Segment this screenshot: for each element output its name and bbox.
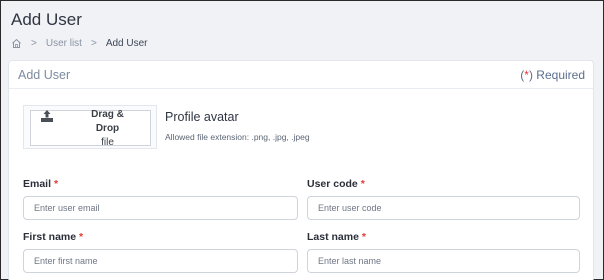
required-note-text: Required: [532, 68, 585, 82]
last-name-required-mark: *: [361, 231, 366, 243]
avatar-label: Profile avatar: [165, 110, 239, 124]
last-name-label-text: Last name: [307, 231, 359, 243]
required-note: (*) Required: [520, 68, 585, 82]
last-name-field[interactable]: [307, 249, 580, 273]
card-title: Add User: [18, 68, 71, 82]
upload-icon[interactable]: [40, 109, 54, 123]
first-name-label: First name *: [23, 231, 83, 243]
breadcrumb-separator: >: [90, 38, 97, 49]
first-name-field[interactable]: [23, 249, 298, 273]
first-name-required-mark: *: [79, 231, 84, 243]
breadcrumb-separator: >: [31, 38, 37, 49]
user-code-label: User code *: [307, 178, 365, 190]
breadcrumb: > User list > Add User: [11, 38, 148, 49]
email-field[interactable]: [23, 196, 298, 220]
page-title: Add User: [11, 10, 82, 29]
first-name-label-text: First name: [23, 231, 77, 243]
add-user-card: Add User (*) Required Drag & Drop file P…: [8, 60, 594, 280]
breadcrumb-item-current: Add User: [105, 38, 148, 49]
avatar-drag-drop-text: Drag & Drop: [91, 109, 124, 134]
email-label-text: Email: [23, 178, 52, 190]
user-code-required-mark: *: [360, 178, 365, 190]
avatar-file-text: file: [101, 137, 114, 148]
last-name-label: Last name *: [307, 231, 366, 243]
home-icon[interactable]: [11, 38, 22, 49]
email-required-mark: *: [53, 178, 59, 190]
user-code-label-text: User code: [307, 178, 358, 190]
avatar-hint: Allowed file extension: .png, .jpg, .jpe…: [165, 132, 310, 142]
user-code-field[interactable]: [307, 196, 580, 220]
email-label: Email *: [23, 178, 58, 190]
card-header: Add User (*) Required: [9, 61, 593, 89]
breadcrumb-item-user-list[interactable]: User list: [46, 38, 82, 49]
